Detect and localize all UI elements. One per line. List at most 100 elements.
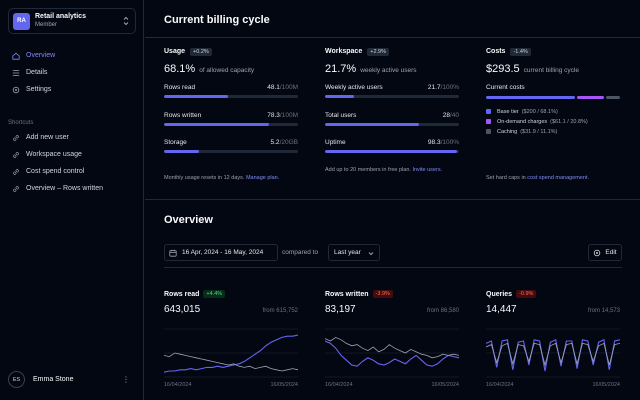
legend-swatch [486,109,491,114]
shortcuts-list: Add new user Workspace usage Cost spend … [8,129,136,197]
shortcut-overview-rows-written[interactable]: Overview – Rows written [8,180,136,197]
series-line-current [164,334,298,373]
compare-period-select[interactable]: Last year [328,244,380,261]
change-badge: -0.9% [516,290,537,298]
chart-card-rows-read: Rows read +4.4% 643,015 from 615,752 16/… [164,289,298,388]
legend-item-caching: Caching ($31.9 / 11.1%) [486,127,620,137]
divider [145,199,640,200]
chart-from-value: from 615,752 [262,308,298,314]
cost-breakdown-bar [486,96,620,99]
card-title: Usage [164,48,186,55]
chevron-down-icon [368,252,374,256]
compared-label: compared to [282,249,319,256]
shortcut-workspace-usage[interactable]: Workspace usage [8,146,136,163]
sidebar: RA Retail analytics Member Overview Deta… [0,0,144,400]
card-title: Costs [486,48,506,55]
change-badge: -3.9% [372,290,393,298]
metric-max: /100M [279,112,298,119]
series-line-previous [164,352,298,372]
date-range-picker[interactable]: 16 Apr, 2024 - 16 May, 2024 [164,244,278,261]
progress-fill [164,95,229,98]
shortcut-cost-spend-control[interactable]: Cost spend control [8,163,136,180]
page-title: Current billing cycle [164,14,270,26]
edit-button[interactable]: Edit [588,244,622,261]
chevron-up-down-icon [123,16,129,26]
x-end-label: 16/05/2024 [592,382,620,388]
section-title: Overview [164,214,213,226]
metric-label: Rows written [164,112,202,119]
more-vertical-icon[interactable]: ⋮ [122,375,130,384]
metric-value: 48.1 [267,84,280,91]
metric-rows-read: Rows read 48.1/100M [164,84,298,98]
gear-icon [12,86,20,93]
chart-from-value: from 14,573 [587,308,620,314]
legend-label: On-demand charges [497,118,548,125]
change-badge: +0.2% [190,47,212,56]
progress-fill [164,150,199,153]
metric-max: /100% [440,139,459,146]
chart-value: 14,447 [486,304,517,315]
legend-detail: ($200 / 68.1%) [521,108,558,115]
nav-item-label: Overview [26,52,56,59]
usage-value-sub: of allowed capacity [199,67,255,74]
metric-rows-written: Rows written 78.3/100M [164,112,298,126]
nav-item-details[interactable]: Details [8,64,136,81]
date-range-value: 16 Apr, 2024 - 16 May, 2024 [182,249,264,256]
shortcuts-heading: Shortcuts [8,120,34,126]
nav-item-overview[interactable]: Overview [8,47,136,64]
progress-bar [164,150,298,153]
change-badge: +2.9% [367,47,389,56]
manage-plan-link[interactable]: Manage plan. [246,175,279,181]
metric-value: 78.3 [267,112,280,119]
workspace-role: Member [35,22,58,28]
legend-label: Base tier [497,108,519,115]
change-badge: +4.4% [203,290,226,298]
line-chart [325,328,459,378]
user-profile[interactable]: ES Emma Stone ⋮ [8,371,136,388]
metric-value: 5.2 [270,139,280,146]
list-icon [12,69,20,76]
chart-value: 643,015 [164,304,201,315]
change-badge: -1.4% [510,47,531,56]
shortcut-label: Overview – Rows written [26,185,104,192]
shortcut-label: Add new user [26,134,69,141]
workspace-switcher[interactable]: RA Retail analytics Member [8,8,136,34]
gear-icon [594,249,601,256]
footer-text: Add up to 20 members in free plan. [325,167,411,173]
progress-bar [325,150,459,153]
series-line-current [325,340,459,367]
progress-bar [164,123,298,126]
chart-value: 83,197 [325,304,356,315]
metric-label: Storage [164,139,187,146]
main-nav: Overview Details Settings [8,47,136,98]
metric-max: /40 [449,112,459,119]
invite-users-link[interactable]: Invite users. [412,167,442,173]
nav-item-label: Details [26,69,48,76]
metric-value: 21.7 [427,84,441,91]
metric-max: /100% [440,84,459,91]
line-chart [164,328,298,378]
shortcut-add-new-user[interactable]: Add new user [8,129,136,146]
link-icon [13,151,19,158]
x-start-label: 16/04/2024 [486,382,514,388]
footer-text: Set hard caps in [486,175,526,181]
footer-text: Monthly usage resets in 12 days. [164,175,245,181]
workspace-avatar: RA [13,12,30,30]
metric-storage: Storage 5.2/20GB [164,139,298,153]
metric-label: Total users [325,112,357,119]
chart-title: Rows written [325,290,369,298]
x-end-label: 16/05/2024 [431,382,459,388]
chart-card-rows-written: Rows written -3.9% 83,197 from 86,580 16… [325,289,459,388]
cost-segment-base-tier [486,96,575,99]
nav-item-settings[interactable]: Settings [8,81,136,98]
x-start-label: 16/04/2024 [325,382,353,388]
overview-toolbar: 16 Apr, 2024 - 16 May, 2024 compared to … [164,244,622,261]
cost-spend-link[interactable]: cost spend management. [527,175,589,181]
workspace-card: Workspace +2.9% 21.7% weekly active user… [325,46,459,153]
card-title: Workspace [325,48,363,55]
metric-max: /100M [279,84,298,91]
workspace-value-sub: weekly active users [360,67,417,74]
legend-swatch [486,129,491,134]
home-icon [12,52,20,60]
metric-label: Weekly active users [325,84,383,91]
